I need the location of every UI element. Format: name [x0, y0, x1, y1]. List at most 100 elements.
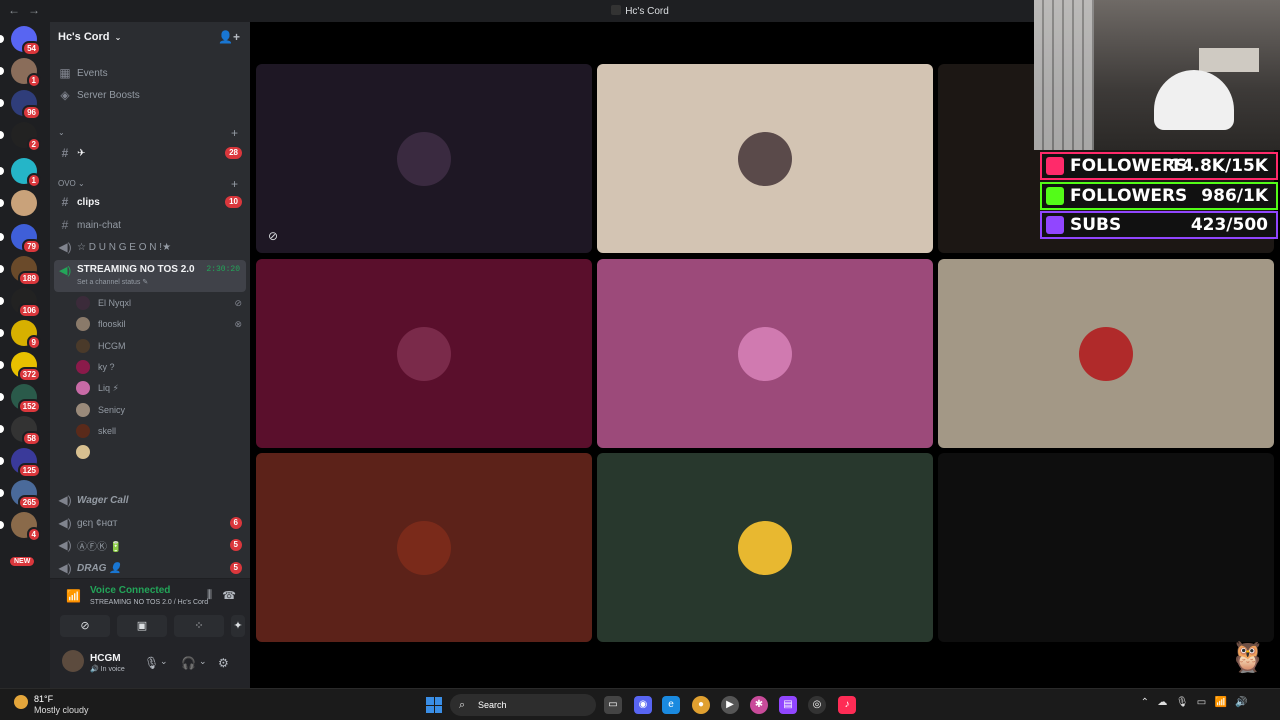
- channel-drag[interactable]: ◀) DRAG 👤 5: [58, 558, 242, 578]
- plus-icon[interactable]: +: [231, 177, 238, 191]
- screen-share-button[interactable]: ▣: [117, 615, 167, 637]
- server-icon-13[interactable]: 125: [0, 448, 41, 478]
- channel-clips[interactable]: # clips 10: [58, 192, 242, 212]
- server-icon-11[interactable]: 152: [0, 384, 41, 414]
- server-icon-4[interactable]: 1: [0, 158, 41, 188]
- voice-channel-label[interactable]: STREAMING NO TOS 2.0 / Hc's Cord: [90, 599, 208, 606]
- unread-indicator: [0, 167, 4, 175]
- participant-tile[interactable]: [597, 453, 933, 642]
- voice-member[interactable]: skell: [76, 422, 242, 440]
- camera-off-button[interactable]: ⊘: [60, 615, 110, 637]
- server-icon-10[interactable]: 372: [0, 352, 41, 382]
- server-icon-6[interactable]: 79: [0, 224, 41, 254]
- server-boosts-link[interactable]: ◈ Server Boosts: [58, 85, 242, 105]
- category-label: ⌄: [58, 128, 65, 137]
- task-view-icon[interactable]: ▭: [604, 696, 622, 714]
- server-icon-0[interactable]: 54: [0, 26, 41, 56]
- edge-icon[interactable]: e: [662, 696, 680, 714]
- channel-wager-call[interactable]: ◀) Wager Call: [58, 490, 242, 510]
- chevron-down-icon[interactable]: ⌄: [199, 656, 207, 667]
- server-icon-2[interactable]: 96: [0, 90, 41, 120]
- server-icon: [611, 5, 622, 15]
- discord-app-icon[interactable]: ◉: [634, 696, 652, 714]
- channel-status-prompt[interactable]: Set a channel status ✎: [77, 278, 148, 286]
- person-add-icon[interactable]: 👤+: [218, 30, 240, 44]
- headphones-icon[interactable]: 🎧: [181, 656, 196, 670]
- activities-button[interactable]: ⁘: [174, 615, 224, 637]
- avatar[interactable]: [62, 650, 84, 672]
- voice-member[interactable]: El Nyqxl ⊘: [76, 294, 242, 312]
- voice-member[interactable]: [76, 443, 242, 461]
- server-name: Hc's Cord: [58, 31, 110, 43]
- participant-tile[interactable]: [597, 259, 933, 448]
- events-link[interactable]: ▦ Events: [58, 63, 242, 83]
- twitch-icon: [1046, 216, 1064, 234]
- media-player-icon[interactable]: ▶: [721, 696, 739, 714]
- avatar: [76, 402, 90, 417]
- microphone-icon[interactable]: 🎙: [144, 656, 159, 670]
- channel-label: main-chat: [77, 219, 121, 231]
- soundboard-button[interactable]: ✦: [231, 615, 245, 637]
- channel-gen-chat[interactable]: ◀) ɡєη ¢нαт 6: [58, 513, 242, 533]
- channel-plane[interactable]: # ✈ 28: [58, 143, 242, 163]
- mention-badge: 4: [26, 527, 41, 542]
- chevron-down-icon[interactable]: ⌄: [160, 656, 168, 667]
- channel-label: STREAMING NO TOS 2.0: [77, 264, 195, 275]
- server-icon-12[interactable]: 58: [0, 416, 41, 446]
- twitch-app-icon[interactable]: ▤: [779, 696, 797, 714]
- speaker-icon: ◀): [58, 240, 72, 254]
- mention-badge: 5: [229, 539, 242, 551]
- participant-tile[interactable]: [256, 259, 592, 448]
- mention-badge: 106: [17, 303, 41, 318]
- voice-status[interactable]: Voice Connected: [90, 585, 170, 596]
- channel-dungeon[interactable]: ◀) ☆ D U N G E O N !★: [58, 237, 242, 257]
- participant-tile[interactable]: [597, 64, 933, 253]
- channel-label: ɡєη ¢нαт: [77, 517, 118, 529]
- user-panel: HCGM 🔊 In voice 🎙 ⌄ 🎧 ⌄ ⚙: [50, 640, 250, 688]
- voice-member[interactable]: Senicy: [76, 401, 242, 419]
- participant-tile[interactable]: [256, 453, 592, 642]
- server-icon-7[interactable]: 189: [0, 256, 41, 286]
- goal-value: 986/1K: [1201, 186, 1268, 206]
- channel-main-chat[interactable]: # main-chat: [58, 215, 242, 235]
- server-header[interactable]: Hc's Cord ⌄ 👤+: [50, 22, 250, 54]
- tiktok-app-icon[interactable]: ♪: [838, 696, 856, 714]
- disconnect-icon[interactable]: ☎: [222, 589, 236, 602]
- gear-icon[interactable]: ⚙: [218, 656, 229, 670]
- mention-badge: 9: [26, 335, 41, 350]
- member-status-icon: ⊗: [234, 318, 242, 329]
- server-icon-9[interactable]: 9: [0, 320, 41, 350]
- participant-tile[interactable]: ⊘: [256, 64, 592, 253]
- mention-badge: 189: [17, 271, 41, 286]
- participant-tile[interactable]: [938, 453, 1274, 642]
- search-box[interactable]: ⌕ Search: [450, 694, 596, 716]
- participant-tile[interactable]: [938, 259, 1274, 448]
- voice-member[interactable]: flooskil ⊗: [76, 315, 242, 333]
- voice-member[interactable]: Liq ⚡: [76, 379, 242, 397]
- unread-indicator: [0, 265, 4, 273]
- signal-icon[interactable]: 📶: [66, 589, 81, 603]
- unread-indicator: [0, 489, 4, 497]
- avatar: [76, 423, 90, 438]
- server-icon-5[interactable]: [0, 190, 37, 216]
- voice-member[interactable]: HCGM: [76, 337, 242, 355]
- plus-icon[interactable]: +: [231, 126, 238, 140]
- noise-suppression-icon[interactable]: ⫼: [207, 589, 212, 602]
- server-icon-14[interactable]: 265: [0, 480, 41, 510]
- user-name[interactable]: HCGM: [90, 653, 121, 664]
- voice-channel-streaming[interactable]: ◀) STREAMING NO TOS 2.0 2:30:20 Set a ch…: [54, 260, 246, 292]
- start-button[interactable]: [426, 697, 442, 713]
- category-unnamed[interactable]: ⌄ +: [58, 126, 242, 140]
- category-ovo[interactable]: OVO ⌄ +: [58, 177, 242, 191]
- server-icon-8[interactable]: 106: [0, 288, 41, 318]
- server-icon-1[interactable]: 1: [0, 58, 41, 88]
- obs-icon[interactable]: ◎: [808, 696, 826, 714]
- chrome-icon[interactable]: ●: [692, 696, 710, 714]
- slack-icon[interactable]: ✱: [750, 696, 768, 714]
- events-label: Events: [77, 67, 108, 79]
- server-icon-3[interactable]: 2: [0, 122, 41, 152]
- system-tray[interactable]: ⌃ ☁ 🎙 ▭ 📶 🔊: [1141, 697, 1270, 708]
- server-icon-15[interactable]: 4: [0, 512, 41, 542]
- channel-afk[interactable]: ◀) ⒶⒻⓀ 🔋 5: [58, 535, 242, 555]
- voice-member[interactable]: ky ?: [76, 358, 242, 376]
